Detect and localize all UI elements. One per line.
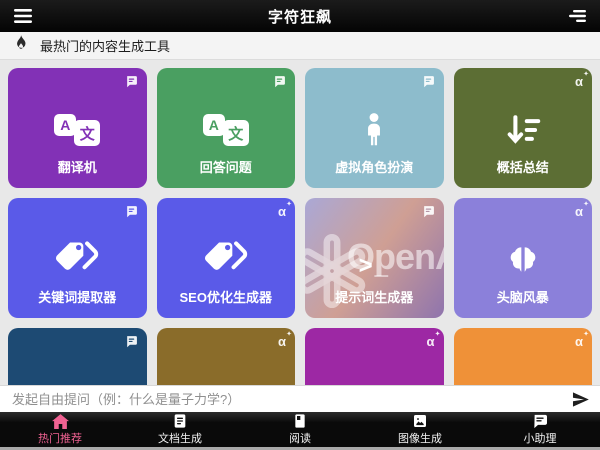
section-title: 最热门的内容生成工具 [40, 36, 170, 55]
tab-label: 热门推荐 [38, 430, 82, 446]
chat-bubble-icon [125, 205, 138, 223]
tool-card-label: 翻译机 [58, 157, 97, 176]
person-icon [357, 112, 391, 148]
chat-bubble-icon [125, 335, 138, 353]
tool-card-label: 概括总结 [497, 157, 549, 176]
tool-card[interactable]: α✦ A 文 [157, 328, 296, 385]
chat-bubble-icon [125, 75, 138, 93]
image-icon [412, 413, 428, 429]
wand-icon: α✦ [278, 335, 286, 348]
app-header: 字符狂飙 [0, 0, 600, 32]
tool-card[interactable]: α✦ A 文 [8, 198, 147, 318]
translate-icon: A 文 [203, 112, 249, 148]
tab-label: 图像生成 [398, 430, 442, 446]
tool-card[interactable]: α✦ A 文 [8, 68, 147, 188]
tool-card[interactable]: α✦ A 文 [157, 198, 296, 318]
tab-label: 小助理 [524, 430, 557, 446]
chat-bubble-icon [422, 75, 435, 93]
hamburger-menu-icon[interactable] [10, 3, 36, 29]
tab-reading[interactable]: 阅读 [240, 413, 360, 446]
home-icon [52, 414, 69, 429]
tab-image-generate[interactable]: 图像生成 [360, 413, 480, 446]
bottom-nav: 热门推荐 文档生成 阅读 图像生成 小助理 [0, 412, 600, 447]
tool-card-label: 头脑风暴 [497, 287, 549, 306]
tool-card[interactable]: α✦ OpenAI A 文 [305, 198, 444, 318]
tool-card[interactable]: α✦ A 文 [305, 68, 444, 188]
tool-card-label: 提示词生成器 [335, 287, 413, 306]
tag-icon [53, 238, 101, 278]
chat-bubble-icon [273, 75, 286, 93]
wand-icon: α✦ [278, 205, 286, 218]
wand-icon: α✦ [575, 335, 583, 348]
wand-icon: α✦ [427, 335, 435, 348]
tab-hot-recommend[interactable]: 热门推荐 [0, 414, 120, 446]
chat-icon [532, 414, 548, 429]
tag-icon [202, 238, 250, 278]
tool-card[interactable]: α✦ A 文 [305, 328, 444, 385]
tool-card[interactable]: α✦ A 文 [157, 68, 296, 188]
tab-label: 文档生成 [158, 430, 202, 446]
tab-assistant[interactable]: 小助理 [480, 414, 600, 446]
tool-card[interactable]: α✦ A 文 [454, 328, 593, 385]
tool-card[interactable]: α✦ A 文 [454, 68, 593, 188]
translate-icon: A 文 [54, 112, 100, 148]
send-icon[interactable] [571, 390, 590, 409]
tool-card-label: 关键词提取器 [38, 287, 116, 306]
brain-icon [505, 244, 541, 278]
document-icon [172, 413, 188, 429]
free-question-input[interactable] [10, 391, 563, 408]
page-title: 字符狂飙 [0, 6, 600, 27]
cards-grid: α✦ A 文 [8, 68, 592, 385]
reader-icon [292, 413, 308, 429]
options-menu-icon[interactable] [564, 3, 590, 29]
terminal-prompt-icon: >_ [359, 254, 390, 278]
content-area: α✦ A 文 [0, 60, 600, 385]
tool-card[interactable]: α✦ A 文 [8, 328, 147, 385]
tool-card-label: 虚拟角色扮演 [335, 157, 413, 176]
section-header: 最热门的内容生成工具 [0, 32, 600, 60]
flame-icon [14, 35, 28, 56]
wand-icon: α✦ [575, 75, 583, 88]
tool-card-label: 回答问题 [200, 157, 252, 176]
tool-card[interactable]: α✦ A 文 [454, 198, 593, 318]
question-composer [0, 385, 600, 412]
tab-doc-generate[interactable]: 文档生成 [120, 413, 240, 446]
sort-descending-icon [504, 112, 542, 148]
chat-bubble-icon [422, 205, 435, 223]
wand-icon: α✦ [575, 205, 583, 218]
tab-label: 阅读 [289, 430, 311, 446]
tool-card-label: SEO优化生成器 [180, 287, 272, 306]
